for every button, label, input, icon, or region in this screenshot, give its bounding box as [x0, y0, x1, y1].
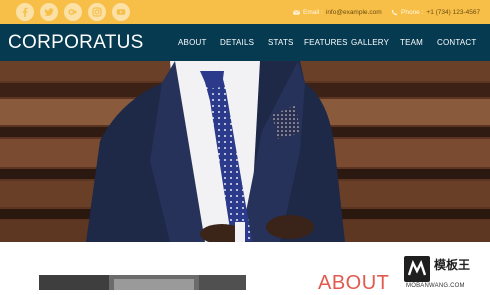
nav-item-details[interactable]: DETAILS [220, 24, 254, 61]
nav-item-about[interactable]: ABOUT [178, 24, 207, 61]
nav-item-features[interactable]: FEATURES [304, 24, 348, 61]
nav-item-stats[interactable]: STATS [268, 24, 294, 61]
envelope-icon [293, 9, 300, 15]
nav-item-contact[interactable]: CONTACT [437, 24, 476, 61]
facebook-icon[interactable] [16, 3, 34, 21]
watermark-logo-icon [404, 256, 430, 282]
main-navbar: CORPORATUS ABOUT DETAILS STATS FEATURES … [0, 24, 490, 61]
phone-contact[interactable]: Phone : +1 (734) 123-4567 [391, 0, 480, 24]
nav-item-team[interactable]: TEAM [400, 24, 423, 61]
nav-item-gallery[interactable]: GALLERY [351, 24, 389, 61]
email-contact[interactable]: Email : info@example.com [293, 0, 382, 24]
about-heading: ABOUT [318, 272, 390, 294]
about-image [39, 275, 246, 290]
watermark-title: 模板王 [434, 258, 471, 272]
site-watermark: 模板王 MOBANWANG.COM [404, 256, 488, 290]
site-logo[interactable]: CORPORATUS [8, 24, 144, 61]
phone-label: Phone : [401, 8, 424, 16]
hero-image [0, 61, 490, 242]
watermark-url: MOBANWANG.COM [406, 283, 465, 289]
youtube-icon[interactable] [112, 3, 130, 21]
email-label: Email : [303, 8, 323, 16]
phone-value[interactable]: +1 (734) 123-4567 [426, 9, 480, 16]
top-bar: Email : info@example.com Phone : +1 (734… [0, 0, 490, 24]
phone-icon [391, 9, 398, 15]
twitter-icon[interactable] [40, 3, 58, 21]
email-value[interactable]: info@example.com [326, 9, 382, 16]
google-plus-icon[interactable] [64, 3, 82, 21]
instagram-icon[interactable] [88, 3, 106, 21]
